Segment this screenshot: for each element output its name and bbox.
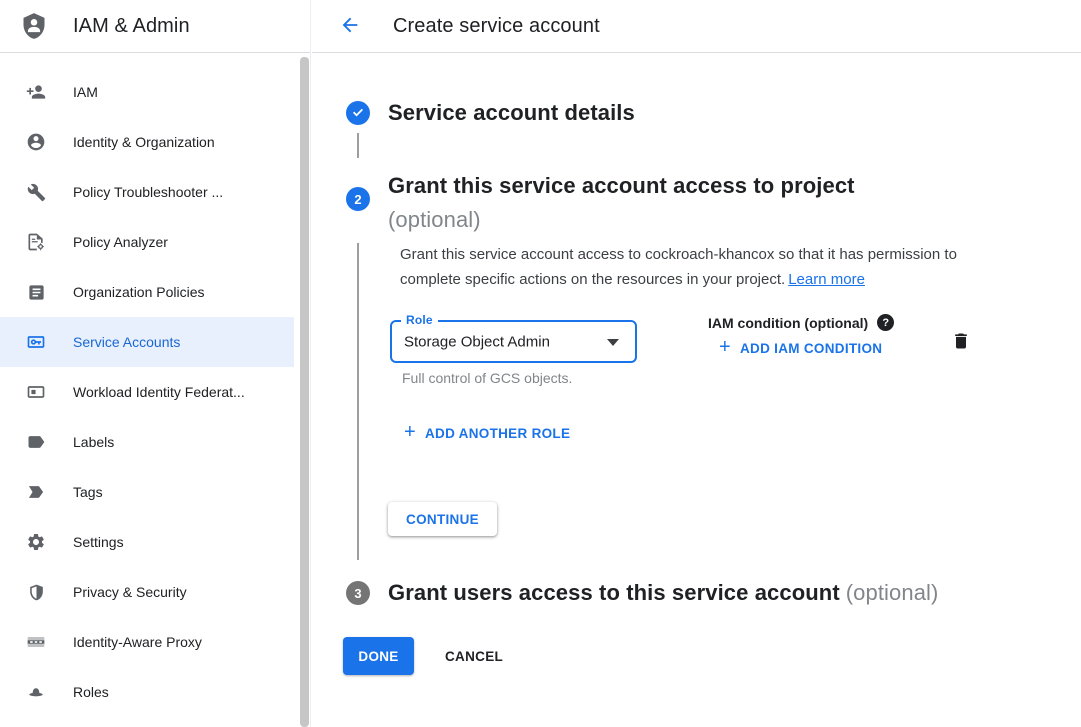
document-icon xyxy=(25,281,47,303)
sidebar-item-service-accounts[interactable]: Service Accounts xyxy=(0,317,294,367)
sidebar-item-settings[interactable]: Settings xyxy=(0,517,294,567)
gcp-console-screen: IAM & Admin IAM Identity & Organization … xyxy=(0,0,1081,727)
sidebar-item-labels[interactable]: Labels xyxy=(0,417,294,467)
main-content: Create service account Service account d… xyxy=(312,0,1081,727)
shield-icon xyxy=(25,581,47,603)
step2-description: Grant this service account access to coc… xyxy=(400,242,992,292)
step2-title[interactable]: Grant this service account access to pro… xyxy=(388,169,855,237)
gear-icon xyxy=(25,531,47,553)
role-dropdown[interactable]: Role Storage Object Admin xyxy=(390,320,637,363)
help-icon[interactable]: ? xyxy=(877,314,894,331)
sidebar-item-label: Policy Troubleshooter ... xyxy=(73,184,223,200)
sidebar-item-label: Identity & Organization xyxy=(73,134,215,150)
label-icon xyxy=(25,431,47,453)
account-circle-icon xyxy=(25,131,47,153)
sidebar-item-label: Service Accounts xyxy=(73,334,180,350)
sidebar-title: IAM & Admin xyxy=(73,15,190,38)
sidebar-item-identity-organization[interactable]: Identity & Organization xyxy=(0,117,294,167)
sidebar-item-tags[interactable]: Tags xyxy=(0,467,294,517)
sidebar-item-policy-analyzer[interactable]: Policy Analyzer xyxy=(0,217,294,267)
sidebar-item-label: IAM xyxy=(73,84,98,100)
person-add-icon xyxy=(25,81,47,103)
sidebar-item-label: Policy Analyzer xyxy=(73,234,168,250)
arrow-left-icon xyxy=(339,14,361,39)
check-icon xyxy=(351,105,365,122)
step3-optional-label: (optional) xyxy=(846,580,939,605)
add-another-role-button[interactable]: + ADD ANOTHER ROLE xyxy=(404,424,570,442)
iam-admin-shield-icon xyxy=(20,11,48,41)
plus-icon: + xyxy=(404,422,416,442)
sidebar-item-label: Tags xyxy=(73,484,103,500)
tag-icon xyxy=(25,481,47,503)
sidebar-item-workload-identity-federation[interactable]: Workload Identity Federat... xyxy=(0,367,294,417)
trash-icon xyxy=(951,330,971,355)
back-button[interactable] xyxy=(338,14,362,38)
plus-icon: + xyxy=(719,337,731,357)
proxy-icon xyxy=(25,631,47,653)
step1-title[interactable]: Service account details xyxy=(388,100,635,126)
sidebar-item-label: Identity-Aware Proxy xyxy=(73,634,202,650)
sidebar-item-roles[interactable]: Roles xyxy=(0,667,294,717)
iam-condition-label: IAM condition (optional) xyxy=(708,315,868,331)
sidebar-item-organization-policies[interactable]: Organization Policies xyxy=(0,267,294,317)
continue-button[interactable]: CONTINUE xyxy=(388,502,497,536)
step2-number-badge: 2 xyxy=(346,187,370,211)
sidebar-item-label: Labels xyxy=(73,434,114,450)
iam-condition-label-row: IAM condition (optional) ? xyxy=(708,314,894,331)
hat-icon xyxy=(25,681,47,703)
step2-description-text: Grant this service account access to coc… xyxy=(400,246,957,288)
policy-analyzer-icon xyxy=(25,231,47,253)
delete-role-button[interactable] xyxy=(948,329,974,355)
role-selected-value: Storage Object Admin xyxy=(404,333,550,350)
step3-number-badge: 3 xyxy=(346,581,370,605)
add-another-role-label: ADD ANOTHER ROLE xyxy=(425,426,570,441)
step-connector-line xyxy=(357,133,359,158)
sidebar: IAM & Admin IAM Identity & Organization … xyxy=(0,0,311,727)
done-button[interactable]: DONE xyxy=(343,637,414,675)
cancel-button[interactable]: CANCEL xyxy=(445,637,503,675)
sidebar-scrollbar[interactable] xyxy=(300,57,309,727)
step1-complete-badge xyxy=(346,101,370,125)
learn-more-link[interactable]: Learn more xyxy=(788,271,865,288)
add-iam-condition-button[interactable]: + ADD IAM CONDITION xyxy=(719,339,882,357)
id-card-icon xyxy=(25,381,47,403)
step-connector-line xyxy=(357,243,359,560)
step2-title-text: Grant this service account access to pro… xyxy=(388,173,855,198)
sidebar-item-label: Settings xyxy=(73,534,124,550)
step3-title[interactable]: Grant users access to this service accou… xyxy=(388,580,938,606)
sidebar-item-label: Roles xyxy=(73,684,109,700)
role-hint-text: Full control of GCS objects. xyxy=(402,370,572,386)
add-iam-condition-label: ADD IAM CONDITION xyxy=(740,341,882,356)
wrench-icon xyxy=(25,181,47,203)
service-account-icon xyxy=(25,331,47,353)
page-title: Create service account xyxy=(393,15,600,38)
sidebar-item-label: Organization Policies xyxy=(73,284,205,300)
sidebar-item-identity-aware-proxy[interactable]: Identity-Aware Proxy xyxy=(0,617,294,667)
role-field-label: Role xyxy=(401,313,438,327)
step3-title-text: Grant users access to this service accou… xyxy=(388,580,840,605)
step2-optional-label: (optional) xyxy=(388,203,855,237)
sidebar-nav: IAM Identity & Organization Policy Troub… xyxy=(0,53,310,717)
sidebar-item-privacy-security[interactable]: Privacy & Security xyxy=(0,567,294,617)
page-header: Create service account xyxy=(312,0,1081,53)
sidebar-item-label: Privacy & Security xyxy=(73,584,187,600)
sidebar-item-label: Workload Identity Federat... xyxy=(73,384,245,400)
sidebar-item-iam[interactable]: IAM xyxy=(0,67,294,117)
sidebar-item-policy-troubleshooter[interactable]: Policy Troubleshooter ... xyxy=(0,167,294,217)
sidebar-header: IAM & Admin xyxy=(0,0,310,53)
caret-down-icon xyxy=(607,339,619,346)
